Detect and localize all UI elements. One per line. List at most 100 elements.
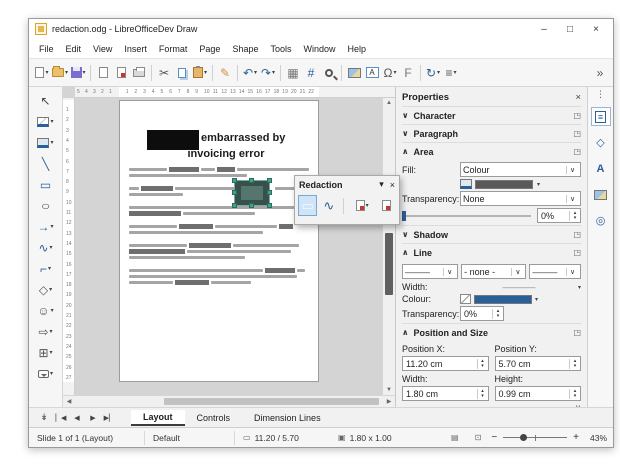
special-character-button[interactable]: Ω▾ xyxy=(381,63,399,83)
selection-handle[interactable] xyxy=(232,203,237,208)
redaction-box[interactable] xyxy=(175,280,209,286)
next-page-button[interactable]: ▶ xyxy=(85,414,101,422)
menu-shape[interactable]: Shape xyxy=(226,41,264,57)
line-width-preview[interactable]: ———— xyxy=(460,282,577,292)
close-button[interactable]: × xyxy=(583,24,609,35)
transparency-percent-spinner[interactable]: 0% ▴▾ xyxy=(537,208,581,223)
width-spinner[interactable]: 1.80 cm ▴▾ xyxy=(402,386,489,401)
scroll-up-icon[interactable]: ▲ xyxy=(383,100,395,106)
dropdown-icon[interactable]: ▾ xyxy=(578,284,581,291)
selection-handle[interactable] xyxy=(267,190,272,195)
fill-color-swatch[interactable] xyxy=(475,180,533,189)
export-button[interactable] xyxy=(94,63,112,83)
lines-and-arrows-tool[interactable]: →▾ xyxy=(31,216,61,237)
insert-line-tool[interactable]: ╲ xyxy=(31,153,61,174)
print-button[interactable] xyxy=(130,63,148,83)
panel-close-icon[interactable]: × xyxy=(575,92,581,103)
layer-tab-dimension-lines[interactable]: Dimension Lines xyxy=(242,411,333,425)
dialog-launcher-icon[interactable]: ◳ xyxy=(573,230,581,239)
tab-shapes[interactable]: ◇ xyxy=(591,133,611,152)
horizontal-ruler[interactable]: 6543211234567891011121314151617181920212… xyxy=(75,87,395,98)
tab-gallery[interactable] xyxy=(591,185,611,204)
redaction-box[interactable] xyxy=(141,186,173,192)
flowchart-tool[interactable]: ⊞▾ xyxy=(31,342,61,363)
toolbar-menu-icon[interactable]: ▾ xyxy=(379,179,384,190)
first-page-button[interactable]: ▏◀ xyxy=(53,414,69,422)
dialog-launcher-icon[interactable]: ◳ xyxy=(573,147,581,156)
redaction-toolbar-titlebar[interactable]: Redaction ▾ × xyxy=(295,176,399,193)
document-page[interactable]: embarrassed by invoicing error xyxy=(119,100,319,382)
horizontal-scroll-thumb[interactable] xyxy=(164,398,379,405)
connectors-tool[interactable]: ⌐▾ xyxy=(31,258,61,279)
selected-image[interactable] xyxy=(235,181,269,205)
section-position-size[interactable]: ∧ Position and Size ◳ xyxy=(402,323,581,341)
tab-properties[interactable]: ≡ xyxy=(591,107,611,126)
zoom-out-button[interactable]: − xyxy=(489,432,499,443)
selection-handle[interactable] xyxy=(249,203,254,208)
minimize-button[interactable]: – xyxy=(531,24,557,35)
spin-down-icon[interactable]: ▾ xyxy=(574,216,577,221)
menu-edit[interactable]: Edit xyxy=(60,41,88,57)
spin-down-icon[interactable]: ▾ xyxy=(574,394,577,399)
redacted-export-button[interactable] xyxy=(377,195,396,216)
selection-handle[interactable] xyxy=(267,178,272,183)
fill-color-tool[interactable]: ▾ xyxy=(31,132,61,153)
redaction-box[interactable] xyxy=(169,167,199,173)
redaction-box[interactable] xyxy=(189,243,231,249)
scroll-right-icon[interactable]: ▶ xyxy=(383,396,395,407)
basic-shapes-tool[interactable]: ◇▾ xyxy=(31,279,61,300)
height-spinner[interactable]: 0.99 cm ▴▾ xyxy=(495,386,582,401)
paste-button[interactable]: ▾ xyxy=(191,63,209,83)
fit-slide-icon[interactable]: ⊡ xyxy=(475,433,482,442)
selection-handle[interactable] xyxy=(232,190,237,195)
dropdown-icon[interactable]: ▾ xyxy=(537,181,540,188)
toolbar-close-icon[interactable]: × xyxy=(390,180,395,190)
previous-page-button[interactable]: ◀ xyxy=(69,414,85,422)
arrow-style-select[interactable]: - none - ∨ xyxy=(461,264,526,279)
fill-type-select[interactable]: Colour ∨ xyxy=(460,162,581,177)
curves-polygons-tool[interactable]: ∿▾ xyxy=(31,237,61,258)
new-document-button[interactable]: ▾ xyxy=(33,63,51,83)
redaction-box[interactable] xyxy=(265,268,295,274)
section-character[interactable]: ∨ Character ◳ xyxy=(402,106,581,124)
menu-tools[interactable]: Tools xyxy=(264,41,297,57)
canvas[interactable]: embarrassed by invoicing error xyxy=(75,98,382,395)
block-arrows-tool[interactable]: ⇨▾ xyxy=(31,321,61,342)
menu-view[interactable]: View xyxy=(87,41,118,57)
clone-formatting-button[interactable]: ✎ xyxy=(216,63,234,83)
spin-down-icon[interactable]: ▾ xyxy=(481,364,484,369)
toolbar-overflow-button[interactable]: » xyxy=(591,63,609,83)
transformations-button[interactable]: ↻▾ xyxy=(424,63,442,83)
redaction-box[interactable] xyxy=(179,224,213,230)
section-shadow[interactable]: ∨ Shadow ◳ xyxy=(402,225,581,243)
horizontal-scrollbar[interactable]: ◀ ▶ xyxy=(63,395,395,407)
line-cap-select[interactable]: ——— ∨ xyxy=(529,264,581,279)
callout-shapes-tool[interactable]: ▾ xyxy=(31,363,61,384)
page-style-status[interactable]: Default xyxy=(145,431,235,445)
save-button[interactable]: ▾ xyxy=(69,63,87,83)
dropdown-icon[interactable]: ▾ xyxy=(535,296,538,303)
dialog-launcher-icon[interactable]: ◳ xyxy=(573,328,581,337)
transparency-type-select[interactable]: None ∨ xyxy=(460,191,581,206)
line-style-select[interactable]: ——— ∨ xyxy=(402,264,458,279)
vertical-ruler[interactable]: 1234567891011121314151617181920212223242… xyxy=(63,98,75,395)
rectangle-tool[interactable]: ▭ xyxy=(31,174,61,195)
section-paragraph[interactable]: ∨ Paragraph ◳ xyxy=(402,124,581,142)
open-button[interactable]: ▾ xyxy=(51,63,69,83)
position-x-spinner[interactable]: 11.20 cm ▴▾ xyxy=(402,356,489,371)
line-color-swatch[interactable] xyxy=(474,295,532,304)
undo-button[interactable]: ↶▾ xyxy=(241,63,259,83)
insert-image-button[interactable] xyxy=(345,63,363,83)
line-transparency-spinner[interactable]: 0% ▴▾ xyxy=(460,306,504,321)
title-redaction-box[interactable] xyxy=(147,130,199,150)
align-objects-button[interactable]: ≡▾ xyxy=(442,63,460,83)
scroll-down-icon[interactable]: ▼ xyxy=(383,387,395,393)
section-line[interactable]: ∧ Line ◳ xyxy=(402,243,581,261)
position-y-spinner[interactable]: 5.70 cm ▴▾ xyxy=(495,356,582,371)
zoom-slider-knob[interactable] xyxy=(520,434,527,441)
layer-tab-layout[interactable]: Layout xyxy=(131,410,185,426)
zoom-in-button[interactable]: + xyxy=(571,432,581,443)
menu-insert[interactable]: Insert xyxy=(118,41,153,57)
menu-file[interactable]: File xyxy=(33,41,60,57)
spin-down-icon[interactable]: ▾ xyxy=(481,394,484,399)
